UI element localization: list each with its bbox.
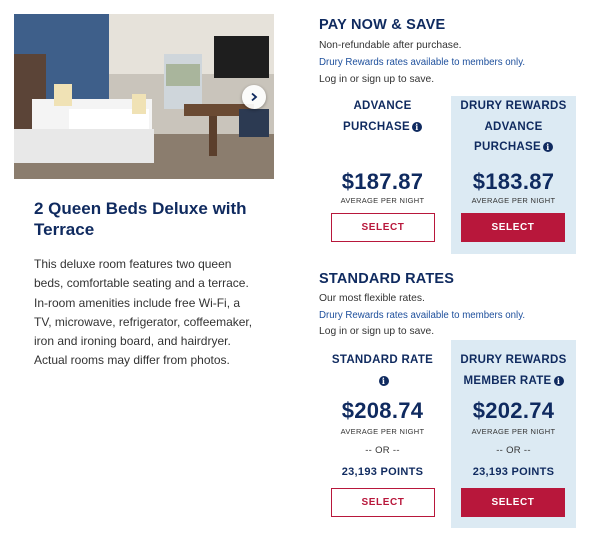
advance-purchase-price: $187.87: [341, 169, 424, 194]
rewards-advance-purchase-heading: DRURY REWARDS ADVANCE PURCHASE i: [460, 100, 567, 153]
rewards-member-rate-price: $202.74: [472, 398, 555, 423]
info-icon[interactable]: i: [411, 121, 422, 132]
standard-rate-or: -- OR --: [365, 445, 400, 456]
standard-rates-login-note[interactable]: Log in or sign up to save.: [319, 326, 434, 337]
standard-rates-note: Our most flexible rates.: [319, 293, 425, 304]
rewards-advance-purchase-price: $183.87: [472, 169, 555, 194]
room-title: 2 Queen Beds Deluxe with Terrace: [34, 199, 247, 239]
pay-now-note: Non-refundable after purchase.: [319, 40, 462, 51]
room-photo: [14, 14, 274, 179]
pay-now-login-note[interactable]: Log in or sign up to save.: [319, 74, 434, 85]
room-description: This deluxe room features two queen beds…: [34, 257, 253, 368]
rewards-member-rate-points: 23,193 POINTS: [472, 466, 555, 478]
rewards-member-rate-per-night: AVERAGE PER NIGHT: [471, 427, 556, 436]
info-icon[interactable]: i: [378, 375, 389, 386]
standard-rate-price: $208.74: [341, 398, 424, 423]
standard-rates-members-note[interactable]: Drury Rewards rates available to members…: [319, 310, 525, 321]
standard-rate-points: 23,193 POINTS: [341, 466, 424, 478]
standard-rate-per-night: AVERAGE PER NIGHT: [340, 427, 425, 436]
rewards-advance-purchase-per-night: AVERAGE PER NIGHT: [471, 196, 556, 205]
hotel-room-photo-icon: [14, 14, 274, 179]
rewards-advance-purchase-select-button[interactable]: SELECT: [461, 213, 565, 242]
chevron-right-icon: [251, 92, 258, 102]
pay-now-title: PAY NOW & SAVE: [319, 17, 446, 33]
advance-purchase-heading: ADVANCE PURCHASE i: [326, 96, 439, 137]
info-icon[interactable]: i: [553, 375, 564, 386]
rewards-member-rate-or: -- OR --: [496, 445, 531, 456]
advance-purchase-select-button[interactable]: SELECT: [331, 213, 435, 242]
info-icon[interactable]: i: [542, 142, 553, 152]
standard-rate-select-button[interactable]: SELECT: [331, 488, 435, 517]
standard-rate-heading: STANDARD RATEi: [331, 354, 434, 386]
advance-purchase-per-night: AVERAGE PER NIGHT: [340, 196, 425, 205]
carousel-next-button[interactable]: [242, 85, 266, 109]
pay-now-members-note[interactable]: Drury Rewards rates available to members…: [319, 57, 525, 68]
rewards-member-rate-select-button[interactable]: SELECT: [461, 488, 565, 517]
rewards-member-rate-heading: DRURY REWARDS MEMBER RATE i: [460, 354, 567, 387]
standard-rates-title: STANDARD RATES: [319, 271, 455, 287]
